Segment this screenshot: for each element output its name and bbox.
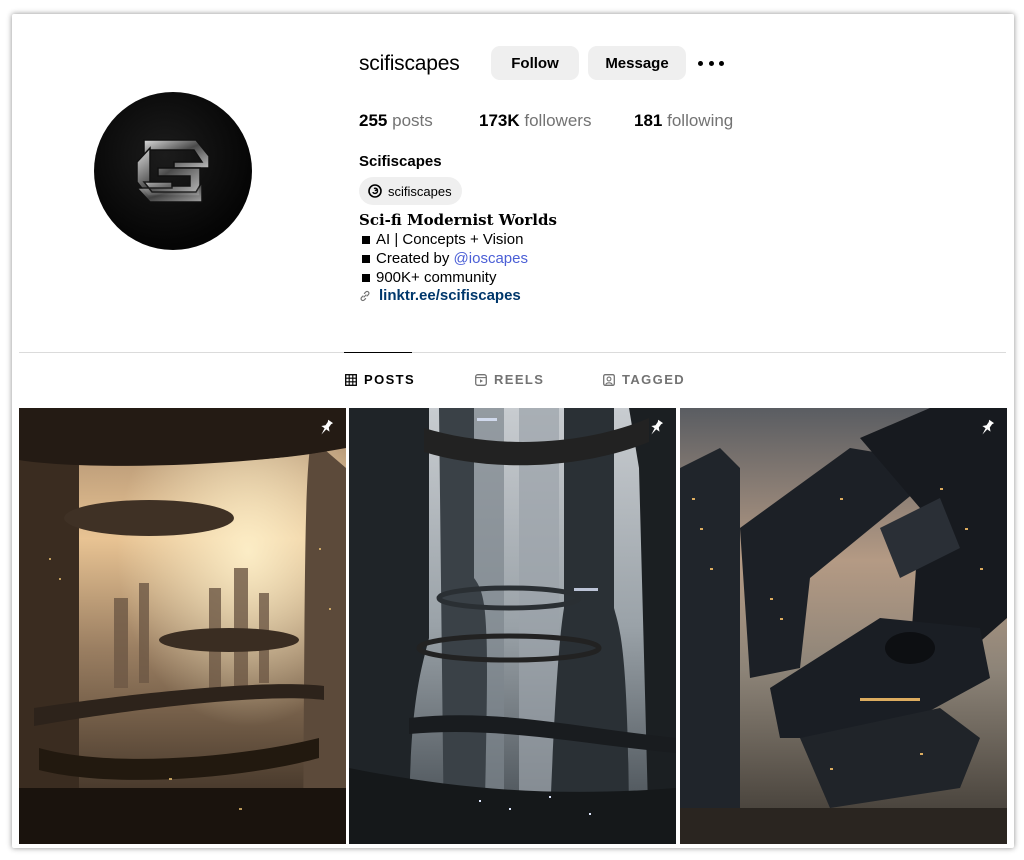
- pin-icon: [321, 419, 334, 435]
- external-link[interactable]: linktr.ee/scifiscapes: [359, 287, 521, 304]
- grid-icon: [345, 373, 357, 386]
- reels-icon: [475, 373, 487, 386]
- post-image: [680, 408, 1007, 844]
- square-bullet-icon: [362, 235, 370, 244]
- bio-title: Sci-fi Modernist Worlds: [359, 211, 557, 229]
- threads-icon: [368, 184, 382, 198]
- post-tile[interactable]: [680, 408, 1007, 844]
- active-tab-indicator: [344, 352, 412, 353]
- following-count-value: 181: [634, 111, 663, 130]
- logo-icon: [135, 139, 210, 203]
- posts-count: 255 posts: [359, 111, 433, 131]
- post-tile[interactable]: [19, 408, 346, 844]
- tab-tagged-label: TAGGED: [622, 372, 686, 387]
- pin-icon: [651, 419, 664, 435]
- square-bullet-icon: [362, 273, 370, 282]
- following-count-label: following: [667, 111, 734, 130]
- tab-reels[interactable]: REELS: [475, 372, 544, 387]
- bio-line: Created by @ioscapes: [362, 250, 528, 267]
- mention-link[interactable]: @ioscapes: [454, 250, 528, 267]
- posts-count-label: posts: [392, 111, 433, 130]
- pin-icon: [982, 419, 995, 435]
- threads-badge[interactable]: scifiscapes: [359, 177, 462, 205]
- tab-reels-label: REELS: [494, 372, 545, 387]
- more-icon[interactable]: [698, 54, 724, 72]
- follow-button[interactable]: Follow: [491, 46, 579, 80]
- profile-page: scifiscapes Follow Message 255 posts 173…: [12, 14, 1014, 848]
- tagged-icon: [603, 373, 615, 386]
- tabs-divider: [19, 352, 1006, 353]
- bio-line-text: AI | Concepts + Vision: [376, 231, 524, 248]
- followers-count[interactable]: 173K followers: [479, 111, 591, 131]
- post-tile[interactable]: [349, 408, 676, 844]
- profile-full-name: Scifiscapes: [359, 153, 442, 170]
- bio-line-text: 900K+ community: [376, 269, 497, 286]
- profile-avatar[interactable]: [94, 92, 252, 250]
- bio-line: AI | Concepts + Vision: [362, 231, 523, 248]
- message-button[interactable]: Message: [588, 46, 686, 80]
- tab-tagged[interactable]: TAGGED: [603, 372, 685, 387]
- followers-count-value: 173K: [479, 111, 520, 130]
- tab-posts[interactable]: POSTS: [345, 372, 415, 387]
- square-bullet-icon: [362, 254, 370, 263]
- link-icon: [360, 290, 370, 301]
- post-image: [349, 408, 676, 844]
- posts-count-value: 255: [359, 111, 388, 130]
- external-link-text: linktr.ee/scifiscapes: [379, 287, 521, 304]
- following-count[interactable]: 181 following: [634, 111, 733, 131]
- bio-line-prefix: Created by: [376, 250, 454, 267]
- threads-handle: scifiscapes: [388, 183, 452, 199]
- bio-line: 900K+ community: [362, 269, 496, 286]
- post-image: [19, 408, 346, 844]
- followers-count-label: followers: [524, 111, 592, 130]
- profile-username: scifiscapes: [359, 52, 460, 75]
- tab-posts-label: POSTS: [364, 372, 416, 387]
